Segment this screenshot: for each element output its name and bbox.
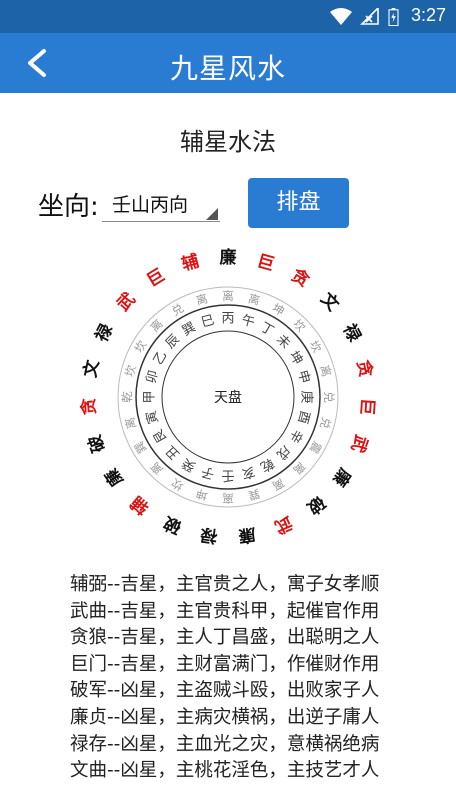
- wheel-mountain-label: 寅: [143, 409, 162, 426]
- signal-off-icon: [360, 8, 379, 25]
- wheel-star-label: 廉: [328, 464, 355, 490]
- sitting-direction-value: 壬山丙向: [112, 194, 189, 216]
- wheel-mountain-label: 丙: [221, 312, 234, 327]
- wheel-star-label: 禄: [91, 320, 118, 346]
- wheel-trigram-label: 坤: [195, 486, 210, 502]
- wheel-trigram-label: 巽: [247, 486, 262, 502]
- description-row: 文曲--凶星，主桃花淫色，主技艺才人: [70, 760, 380, 782]
- wheel-mountain-label: 辛: [286, 427, 305, 446]
- wheel-trigram-label: 兑: [317, 416, 333, 431]
- description-row: 廉贞--凶星，主病灾横祸，出逆子庸人: [70, 706, 380, 728]
- wheel-trigram-label: 离: [247, 291, 262, 307]
- wheel-star-label: 破: [160, 512, 184, 538]
- wheel-star-label: 廉: [237, 524, 257, 547]
- page-title: 九星风水: [169, 52, 286, 85]
- wheel-star-label: 巨: [143, 265, 168, 291]
- wheel-star-label: 贪: [287, 264, 314, 292]
- wheel-mountain-label: 酉: [294, 409, 312, 425]
- wheel-star-label: 文: [316, 288, 344, 315]
- wheel-mountain-label: 乙: [151, 349, 170, 368]
- wheel-star-label: 禄: [198, 523, 219, 546]
- wheel-star-label: 巨: [255, 251, 277, 275]
- wheel-trigram-label: 离: [222, 289, 234, 303]
- description-row: 贪狼--吉星，主人丁昌盛，出聪明之人: [70, 627, 380, 649]
- wheel-mountain-label: 未: [273, 332, 293, 352]
- wheel-mountain-label: 巳: [200, 313, 216, 331]
- wheel-mountain-label: 坤: [286, 349, 305, 368]
- description-row: 破军--凶星，主盗贼斗殴，出败家子人: [70, 680, 380, 702]
- wheel-mountain-label: 庚: [298, 390, 314, 403]
- wheel-star-label: 贪: [78, 396, 100, 416]
- description-row: 辅弼--吉星，主官贵之人，寓子女孝顺: [70, 574, 380, 595]
- wheel-mountain-label: 甲: [143, 390, 158, 403]
- wheel-star-label: 巨: [356, 397, 377, 415]
- wheel-mountain-label: 巽: [180, 320, 199, 339]
- wheel-trigram-label: 乾: [120, 391, 134, 403]
- wheel-star-label: 武: [272, 512, 296, 538]
- wheel-mountain-label: 辰: [163, 332, 183, 352]
- wheel-star-label: 辅: [179, 250, 201, 275]
- dropdown-triangle-icon: [206, 208, 218, 220]
- description-row: 巨门--吉星，主财富满门，作催财作用: [70, 653, 380, 675]
- status-bar: 3:27: [0, 0, 456, 33]
- select-underline: [102, 221, 220, 222]
- description-row: 武曲--吉星，主官贵科甲，起催官作用: [70, 600, 380, 622]
- wheel-trigram-label: 离: [222, 491, 234, 505]
- wheel-star-label: 禄: [339, 320, 366, 346]
- wheel-trigram-label: 兑: [322, 391, 336, 403]
- wheel-mountain-label: 戌: [273, 442, 293, 462]
- wheel-mountain-label: 丁: [258, 320, 277, 339]
- arrange-button[interactable]: 排盘: [248, 178, 349, 228]
- sitting-direction-select[interactable]: 壬山丙向: [102, 186, 220, 222]
- wheel-trigram-label: 坎: [122, 363, 139, 378]
- wheel-star-label: 辅: [127, 492, 153, 519]
- sitting-label: 坐向:: [38, 192, 99, 222]
- wheel-mountain-label: 申: [294, 369, 312, 385]
- wheel-trigram-label: 离: [195, 291, 210, 307]
- wheel-mountain-label: 乾: [258, 455, 277, 474]
- description-row: 禄存--凶星，主血光之灾，意横祸绝病: [70, 733, 380, 755]
- wheel-star-label: 武: [113, 288, 140, 315]
- wheel-star-label: 廉: [220, 247, 237, 268]
- status-time: 3:27: [410, 5, 446, 25]
- wheel-center-label: 天盘: [214, 389, 242, 406]
- wheel-trigram-label: 离: [122, 416, 138, 431]
- battery-charging-icon: [388, 8, 399, 26]
- star-description-list: 辅弼--吉星，主官贵之人，寓子女孝顺 武曲--吉星，主官贵科甲，起催官作用 贪狼--…: [70, 570, 400, 783]
- wheel-star-label: 武: [347, 432, 372, 455]
- wheel-trigram-label: 离: [317, 364, 333, 379]
- section-title: 辅星水法: [180, 128, 276, 156]
- wheel-mountain-label: 丑: [163, 442, 183, 462]
- wheel-mountain-label: 卯: [144, 369, 162, 385]
- wheel-mountain-label: 午: [240, 313, 256, 331]
- wheel-star-label: 破: [303, 492, 329, 519]
- wheel-mountain-label: 子: [200, 463, 216, 481]
- wifi-icon: [330, 8, 352, 25]
- wheel-mountain-label: 壬: [221, 467, 234, 482]
- wheel-star-label: 破: [84, 432, 109, 455]
- wheel-mountain-label: 癸: [180, 455, 199, 474]
- wheel-star-label: 文: [79, 357, 103, 379]
- wheel-mountain-label: 亥: [240, 463, 256, 481]
- app-bar: 九星风水: [0, 33, 456, 93]
- wheel-star-label: 廉: [101, 464, 128, 490]
- wheel-star-label: 贪: [352, 357, 376, 380]
- wheel-mountain-label: 艮: [151, 427, 170, 446]
- compass-wheel: 廉巨贪文禄贪巨武廉破武廉禄破辅廉破贪文禄武巨辅离 离坤坎坎离兑兑震离离巽离坤坎离巽…: [78, 247, 377, 547]
